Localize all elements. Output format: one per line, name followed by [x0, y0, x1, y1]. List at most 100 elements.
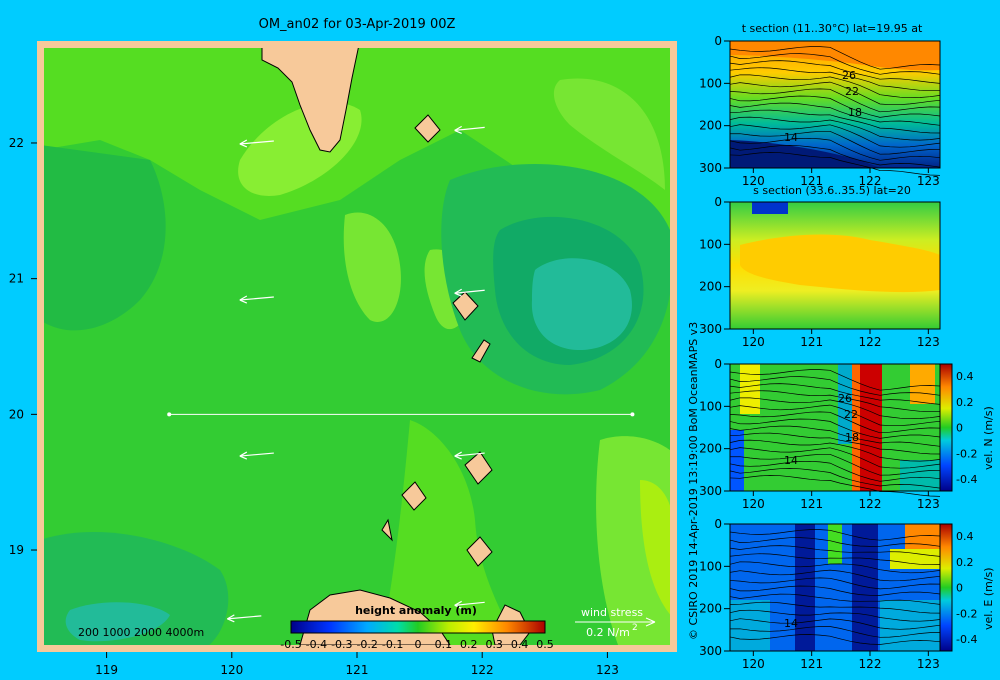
section-line-start: [167, 412, 172, 417]
depth-legend: 200 1000 2000 4000m: [78, 626, 204, 639]
panel-s-title: s section (33.6..35.5) lat=20: [753, 184, 911, 197]
ve-strong-neg-2: [852, 524, 878, 651]
panel-y-tick-label: 100: [699, 76, 722, 90]
section-line-end: [630, 412, 635, 417]
panel-x-tick-label: 123: [917, 657, 940, 671]
credit-text: © CSIRO 2019 14-Apr-2019 13:19:00 BoM Oc…: [687, 322, 700, 640]
figure-title: OM_an02 for 03-Apr-2019 00Z: [259, 17, 456, 32]
vn-neg-sw: [730, 430, 744, 491]
ve-strong-neg-1: [795, 524, 815, 651]
contour-label: 18: [848, 106, 862, 119]
panel-y-tick-label: 300: [699, 161, 722, 175]
vn-pos-east: [910, 364, 935, 404]
figure: OM_an02 for 03-Apr-2019 00Z 119 120 121 122…: [9, 17, 995, 677]
contour-label: 18: [845, 431, 859, 444]
map-x-tick-label: 122: [471, 663, 494, 677]
vn-pos-west: [740, 364, 760, 414]
panel-x-tick-label: 120: [742, 657, 765, 671]
ve-mid-1: [730, 600, 770, 651]
contour-label: 14: [784, 454, 798, 467]
map-field: [44, 48, 670, 645]
ve-colorbar-label: vel. E (m/s): [982, 567, 995, 630]
panel-y-tick-label: 300: [699, 644, 722, 658]
panel-y-tick-label: 0: [714, 195, 722, 209]
panel-x-tick-label: 121: [800, 657, 823, 671]
panel-vn-section: 26 22 18 14: [729, 363, 953, 497]
panel-x-tick-label: 120: [742, 497, 765, 511]
panel-colorbar-tick-label: 0: [956, 422, 963, 435]
panel-colorbar-tick-label: 0.4: [956, 370, 974, 383]
colorbar-tick-label: -0.3: [331, 638, 352, 651]
panel-colorbar-tick-label: 0.2: [956, 396, 974, 409]
map-y-tick-label: 22: [9, 136, 24, 150]
panel-ve-section: 14: [729, 523, 953, 652]
s-fresh-patch: [752, 202, 788, 214]
wind-exponent: 2: [632, 623, 638, 633]
panel-x-tick-label: 121: [800, 497, 823, 511]
contour-label: 14: [784, 131, 798, 144]
panel-x-tick-label: 122: [859, 174, 882, 188]
map-y-axis: 22 21 20 19: [9, 136, 37, 557]
contour-label: 22: [844, 408, 858, 421]
panel-y-tick-label: 200: [699, 442, 722, 456]
panel-colorbar-tick-label: -0.2: [956, 607, 977, 620]
panel-x-tick-label: 122: [859, 497, 882, 511]
contour-label: 14: [784, 617, 798, 630]
map-x-tick-label: 123: [596, 663, 619, 677]
vn-colorbar: [939, 363, 953, 492]
panel-x-tick-label: 123: [917, 497, 940, 511]
panel-t-section: 26 22 18 14: [729, 40, 941, 176]
colorbar-tick-label: 0.5: [536, 638, 554, 651]
colorbar-tick-label: -0.1: [382, 638, 403, 651]
map-x-tick-label: 119: [95, 663, 118, 677]
map-y-tick-label: 21: [9, 272, 24, 286]
panel-t-title: t section (11..30°C) lat=19.95 at: [742, 22, 923, 35]
panel-x-tick-label: 123: [917, 335, 940, 349]
colorbar-ticks: -0.5 -0.4 -0.3 -0.2 -0.1 0 0.1 0.2 0.3 0.4 0.5: [280, 638, 553, 651]
colorbar-tick-label: 0.4: [511, 638, 529, 651]
panel-x-tick-label: 122: [859, 335, 882, 349]
panel-colorbar-tick-label: -0.4: [956, 633, 977, 646]
panel-y-tick-label: 100: [699, 237, 722, 251]
panel-y-tick-label: 100: [699, 399, 722, 413]
colorbar-title: height anomaly (m): [355, 604, 477, 617]
panel-colorbar-tick-label: -0.4: [956, 473, 977, 486]
map-y-tick-label: 20: [9, 407, 24, 421]
contour-label: 22: [845, 85, 859, 98]
map-x-tick-label: 120: [220, 663, 243, 677]
wind-value: 0.2 N/m: [586, 626, 630, 639]
colorbar-tick-label: 0.3: [485, 638, 503, 651]
colorbar: [290, 620, 546, 634]
panel-colorbar-tick-label: -0.2: [956, 447, 977, 460]
colorbar-tick-label: 0: [415, 638, 422, 651]
panel-x-tick-label: 121: [800, 174, 823, 188]
panel-colorbar-tick-label: 0.4: [956, 530, 974, 543]
panel-colorbar-tick-label: 0.2: [956, 556, 974, 569]
panel-y-tick-label: 0: [714, 517, 722, 531]
panel-x-tick-label: 122: [859, 657, 882, 671]
panel-y-tick-label: 300: [699, 322, 722, 336]
contour-label: 26: [842, 69, 856, 82]
panel-y-tick-label: 100: [699, 559, 722, 573]
colorbar-tick-label: 0.1: [435, 638, 453, 651]
panel-x-tick-label: 121: [800, 335, 823, 349]
panel-y-tick-label: 200: [699, 119, 722, 133]
wind-label: wind stress: [581, 606, 643, 619]
colorbar-tick-label: 0.2: [460, 638, 478, 651]
panel-x-tick-label: 120: [742, 335, 765, 349]
contour-label: 26: [838, 392, 852, 405]
colorbar-tick-label: -0.5: [280, 638, 301, 651]
panel-colorbar-tick-label: 0: [956, 582, 963, 595]
panel-y-tick-label: 200: [699, 602, 722, 616]
map-x-tick-label: 121: [346, 663, 369, 677]
panel-y-tick-label: 300: [699, 484, 722, 498]
panel-s-section: [729, 201, 941, 330]
map-y-tick-label: 19: [9, 543, 24, 557]
panel-y-tick-label: 0: [714, 34, 722, 48]
vn-colorbar-label: vel. N (m/s): [982, 406, 995, 470]
panel-y-tick-label: 200: [699, 280, 722, 294]
panel-x-tick-label: 120: [742, 174, 765, 188]
colorbar-tick-label: -0.2: [356, 638, 377, 651]
panel-y-tick-label: 0: [714, 357, 722, 371]
ve-colorbar: [939, 523, 953, 652]
